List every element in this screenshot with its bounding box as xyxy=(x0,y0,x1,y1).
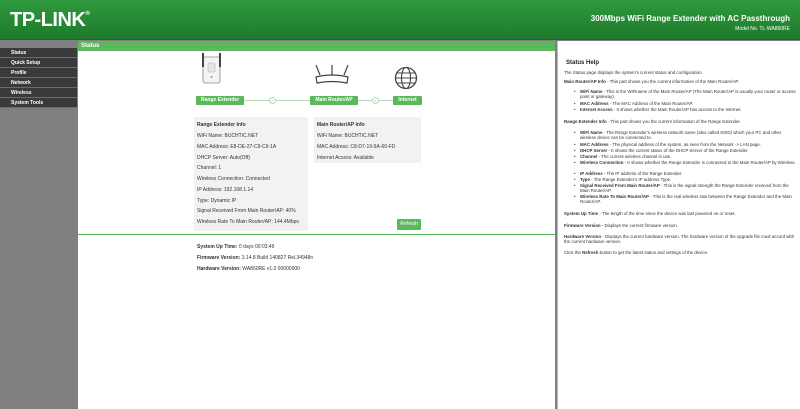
help-extender-bullet: WiFi Name - The Range Extender's wireles… xyxy=(574,130,796,141)
extender-dhcp-server: DHCP Server: Auto(Off) xyxy=(197,155,250,161)
help-extender-bullet: Channel - The current wireless channel i… xyxy=(574,154,796,160)
tp-link-logo: TP-LINK® xyxy=(10,9,90,31)
connected-check-icon: ✓ xyxy=(269,97,276,104)
extender-mac-address: MAC Address: E8-DE-27-C9-C9-1A xyxy=(197,144,277,150)
help-firmware: Firmware Version - Displays the current … xyxy=(564,223,678,228)
help-uptime: System Up Time - The length of the time … xyxy=(564,211,736,216)
internet-label: Internet xyxy=(393,96,422,105)
router-wifi-name: WiFi Name: BUCHTIC.NET xyxy=(317,133,379,139)
range-extender-info-heading: Range Extender Info xyxy=(197,122,246,128)
help-router-bullet: Internet Access - It shows whether the M… xyxy=(574,107,796,113)
refresh-button[interactable]: Refresh xyxy=(397,219,421,230)
range-extender-info-panel: Range Extender Info WiFi Name: BUCHTIC.N… xyxy=(194,117,308,231)
main-router-info-heading: Main Router/AP Info xyxy=(317,122,365,128)
range-extender-device-icon xyxy=(202,53,221,84)
router-icon xyxy=(315,65,349,84)
section-divider xyxy=(78,234,555,235)
help-panel: Status Help The Status page displays the… xyxy=(557,41,800,409)
hardware-version: Hardware Version: WA860RE v1.0 00000000 xyxy=(197,266,300,272)
help-router-info: Main Router/AP Info - This part shows yo… xyxy=(564,79,739,84)
help-extender-bullet: Wireless Rate To Main Router/AP - This i… xyxy=(574,194,796,205)
help-extender-bullet: Wireless Connection - It shows whether t… xyxy=(574,160,796,166)
help-extender-info: Range Extender Info - This part shows yo… xyxy=(564,119,741,124)
sidebar-item-network[interactable]: Network xyxy=(0,78,77,88)
help-extender-bullet: Type - The Range Extender's IP address T… xyxy=(574,177,796,183)
main-panel: Status Range Extender ✓ Main Router/AP ✓… xyxy=(78,41,555,409)
internet-check-icon: ✓ xyxy=(372,97,379,104)
extender-ip-type: Type: Dynamic IP xyxy=(197,198,237,204)
help-hardware: Hardware Version - Displays the current … xyxy=(564,234,795,245)
extender-wireless-connection: Wireless Connection: Connected xyxy=(197,176,270,182)
sidebar-item-wireless[interactable]: Wireless xyxy=(0,88,77,98)
router-mac-address: MAC Address: C8-D7-19-9A-60-FD xyxy=(317,144,396,150)
main-router-label: Main Router/AP xyxy=(310,96,358,105)
page-title: Status xyxy=(78,41,555,51)
model-number: Model No. TL-WA860RE xyxy=(735,26,790,32)
globe-icon xyxy=(394,66,418,90)
help-router-bullet: WiFi Name - This is the WiFiname of the … xyxy=(574,89,796,100)
sidebar-item-quick-setup[interactable]: Quick Setup xyxy=(0,58,77,68)
range-extender-label: Range Extender xyxy=(196,96,244,105)
help-title: Status Help xyxy=(566,60,600,66)
help-extender-bullet: Signal Received From Main Router/AP - Th… xyxy=(574,183,796,194)
extender-wifi-name: WiFi Name: BUCHTIC.NET xyxy=(197,133,259,139)
help-router-bullet: MAC Address - The MAC Address of the Mai… xyxy=(574,101,796,107)
router-internet-access: Internet Access: Available xyxy=(317,155,374,161)
header-bar: TP-LINK® 300Mbps WiFi Range Extender wit… xyxy=(0,0,800,40)
help-refresh: Click the Refresh button to get the late… xyxy=(564,250,709,255)
help-intro: The Status page displays the system's cu… xyxy=(564,70,703,75)
help-extender-bullet: IP Address - The IP address of the Range… xyxy=(574,171,796,177)
help-extender-bullet: MAC Address - The physical address of th… xyxy=(574,142,796,148)
system-uptime: System Up Time: 0 days 00:03:49 xyxy=(197,244,275,250)
firmware-version: Firmware Version: 3.14.8 Build 140827 Re… xyxy=(197,255,314,261)
extender-wireless-rate: Wireless Rate To Main Router/AP: 144.4Mb… xyxy=(197,219,299,225)
extender-ip-address: IP Address: 192.168.1.14 xyxy=(197,187,254,193)
extender-signal-received: Signal Received From Main Router/AP: 40% xyxy=(197,208,296,214)
product-title: 300Mbps WiFi Range Extender with AC Pass… xyxy=(590,14,790,23)
sidebar: Status Quick Setup Profile Network Wirel… xyxy=(0,41,77,409)
sidebar-item-profile[interactable]: Profile xyxy=(0,68,77,78)
sidebar-item-status[interactable]: Status xyxy=(0,48,77,58)
sidebar-item-system-tools[interactable]: System Tools xyxy=(0,98,77,108)
help-extender-bullet: DHCP Server - It shows the current statu… xyxy=(574,148,796,154)
main-router-info-panel: Main Router/AP Info WiFi Name: BUCHTIC.N… xyxy=(314,117,421,163)
link-line-extender-router xyxy=(244,100,310,101)
extender-channel: Channel: 1 xyxy=(197,165,222,171)
